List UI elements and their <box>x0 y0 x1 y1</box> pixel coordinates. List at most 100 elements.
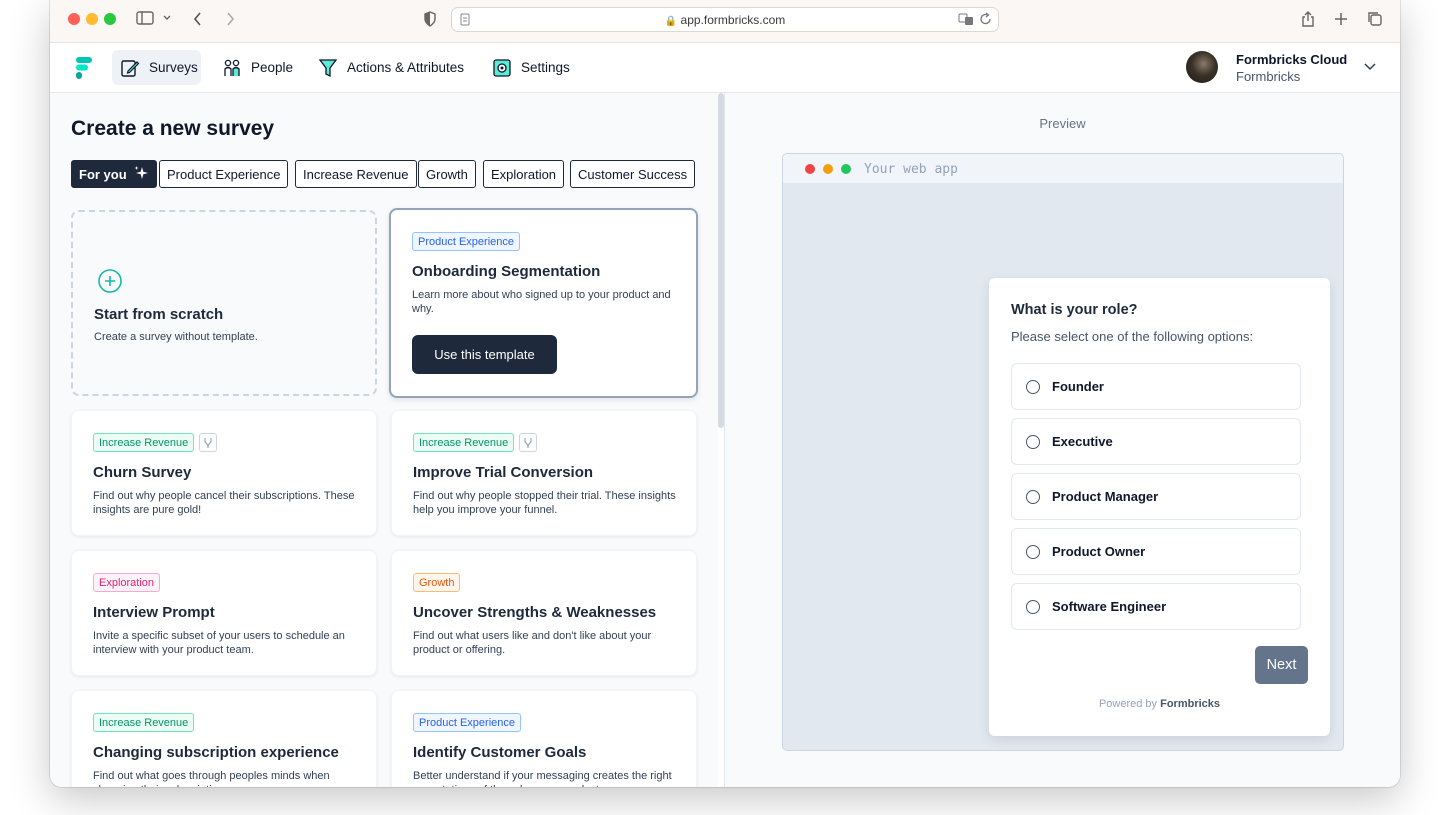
forward-icon[interactable] <box>224 10 236 34</box>
option-founder[interactable]: Founder <box>1011 363 1301 410</box>
privacy-shield-icon[interactable] <box>423 10 437 34</box>
scratch-title: Start from scratch <box>94 306 224 323</box>
template-panel: Create a new survey For you Product Expe… <box>50 93 718 787</box>
powered-by-brand[interactable]: Formbricks <box>1160 698 1220 710</box>
template-desc: Invite a specific subset of your users t… <box>93 630 345 656</box>
sparkles-icon <box>133 165 149 184</box>
template-card-uncover-strengths[interactable]: Growth Uncover Strengths & Weaknesses Fi… <box>391 550 697 676</box>
template-title: Changing subscription experience <box>93 744 339 761</box>
preview-label: Preview <box>1039 116 1086 131</box>
nav-surveys[interactable]: Surveys <box>112 50 201 85</box>
plus-circle-icon <box>97 268 123 299</box>
template-card-onboarding-segmentation[interactable]: Product Experience Onboarding Segmentati… <box>389 208 698 398</box>
filter-customer-success[interactable]: Customer Success <box>570 160 696 188</box>
address-bar[interactable]: 🔒 app.formbricks.com <box>451 7 999 32</box>
template-desc: Better understand if your messaging crea… <box>413 770 672 787</box>
next-button[interactable]: Next <box>1255 646 1308 684</box>
minimize-window-button[interactable] <box>86 13 98 25</box>
template-title: Identify Customer Goals <box>413 744 587 761</box>
option-product-owner[interactable]: Product Owner <box>1011 528 1301 575</box>
start-from-scratch-card[interactable]: Start from scratch Create a survey witho… <box>71 210 377 396</box>
nav-actions-attributes[interactable]: Actions & Attributes <box>310 50 472 85</box>
browser-window: 🔒 app.formbricks.com Surveys People Acti… <box>50 0 1400 787</box>
mock-maximize-dot <box>841 164 851 174</box>
filter-increase-revenue[interactable]: Increase Revenue <box>295 160 417 188</box>
template-tag: Increase Revenue <box>413 433 515 452</box>
question-headline: What is your role? <box>1011 302 1138 318</box>
template-desc: Find out what users like and don't like … <box>413 630 652 656</box>
option-label: Product Owner <box>1052 544 1146 559</box>
web-app-mock-titlebar: Your web app <box>783 154 1343 184</box>
option-product-manager[interactable]: Product Manager <box>1011 473 1301 520</box>
url-text: 🔒 app.formbricks.com <box>452 13 998 27</box>
option-label: Product Manager <box>1052 489 1159 504</box>
template-card-identify-customer-goals[interactable]: Product Experience Identify Customer Goa… <box>391 690 697 787</box>
template-desc: Learn more about who signed up to your p… <box>412 289 671 315</box>
mock-title: Your web app <box>864 162 958 177</box>
chevron-down-icon[interactable] <box>162 10 172 33</box>
avatar[interactable] <box>1186 51 1218 83</box>
radio-icon[interactable] <box>1026 379 1040 394</box>
profile-name[interactable]: Formbricks Cloud <box>1236 52 1347 67</box>
option-label: Software Engineer <box>1052 599 1167 614</box>
url-label: app.formbricks.com <box>680 13 786 27</box>
option-software-engineer[interactable]: Software Engineer <box>1011 583 1301 630</box>
template-card-improve-trial-conversion[interactable]: Increase Revenue Improve Trial Conversio… <box>391 410 697 536</box>
lock-icon: 🔒 <box>664 16 678 27</box>
filter-for-you[interactable]: For you <box>71 160 157 188</box>
browser-toolbar: 🔒 app.formbricks.com <box>50 0 1400 43</box>
profile-org[interactable]: Formbricks <box>1236 69 1300 84</box>
profile-chevron-down-icon[interactable] <box>1363 58 1377 79</box>
funnel-icon <box>318 58 338 78</box>
new-tab-icon[interactable] <box>1334 10 1348 34</box>
filter-growth[interactable]: Growth <box>418 160 476 188</box>
formbricks-logo-icon[interactable] <box>74 56 94 85</box>
template-card-churn-survey[interactable]: Increase Revenue Churn Survey Find out w… <box>71 410 377 536</box>
nav-surveys-label: Surveys <box>149 60 198 75</box>
template-card-changing-subscription[interactable]: Increase Revenue Changing subscription e… <box>71 690 377 787</box>
use-this-template-button[interactable]: Use this template <box>412 335 557 374</box>
filter-exploration[interactable]: Exploration <box>483 160 565 188</box>
filter-for-you-label: For you <box>79 166 127 182</box>
template-tag: Product Experience <box>413 713 521 732</box>
mock-minimize-dot <box>823 164 833 174</box>
close-window-button[interactable] <box>68 13 80 25</box>
branching-logic-icon <box>199 433 217 452</box>
radio-icon[interactable] <box>1026 489 1040 504</box>
template-title: Uncover Strengths & Weaknesses <box>413 604 657 621</box>
template-card-interview-prompt[interactable]: Exploration Interview Prompt Invite a sp… <box>71 550 377 676</box>
option-executive[interactable]: Executive <box>1011 418 1301 465</box>
nav-people-label: People <box>251 60 294 75</box>
people-icon <box>222 58 242 78</box>
template-title: Interview Prompt <box>93 604 215 621</box>
survey-edit-icon <box>120 58 140 78</box>
sidebar-toggle-icon[interactable] <box>136 10 154 32</box>
settings-gear-icon <box>492 58 512 78</box>
nav-people[interactable]: People <box>214 50 301 85</box>
template-title: Churn Survey <box>93 464 192 481</box>
template-desc: Find out why people cancel their subscri… <box>93 490 355 516</box>
preview-panel: Preview Your web app What is your role? … <box>725 93 1400 787</box>
template-tag: Growth <box>413 573 461 592</box>
template-title: Improve Trial Conversion <box>413 464 594 481</box>
tab-overview-icon[interactable] <box>1367 10 1383 34</box>
template-title: Onboarding Segmentation <box>412 263 601 280</box>
nav-actions-label: Actions & Attributes <box>347 60 465 75</box>
web-app-mock: Your web app What is your role? Please s… <box>782 153 1344 751</box>
share-icon[interactable] <box>1301 10 1315 34</box>
nav-settings[interactable]: Settings <box>484 50 578 85</box>
translate-icon[interactable] <box>958 12 974 31</box>
radio-icon[interactable] <box>1026 434 1040 449</box>
filter-product-experience[interactable]: Product Experience <box>159 160 289 188</box>
radio-icon[interactable] <box>1026 599 1040 614</box>
maximize-window-button[interactable] <box>104 13 116 25</box>
mock-close-dot <box>805 164 815 174</box>
template-desc: Find out what goes through peoples minds… <box>93 770 330 787</box>
page-title: Create a new survey <box>71 117 275 140</box>
reload-icon[interactable] <box>979 12 992 31</box>
radio-icon[interactable] <box>1026 544 1040 559</box>
app-navbar: Surveys People Actions & Attributes Sett… <box>50 43 1400 93</box>
back-icon[interactable] <box>192 10 204 34</box>
nav-settings-label: Settings <box>521 60 570 75</box>
template-tag: Increase Revenue <box>93 713 195 732</box>
